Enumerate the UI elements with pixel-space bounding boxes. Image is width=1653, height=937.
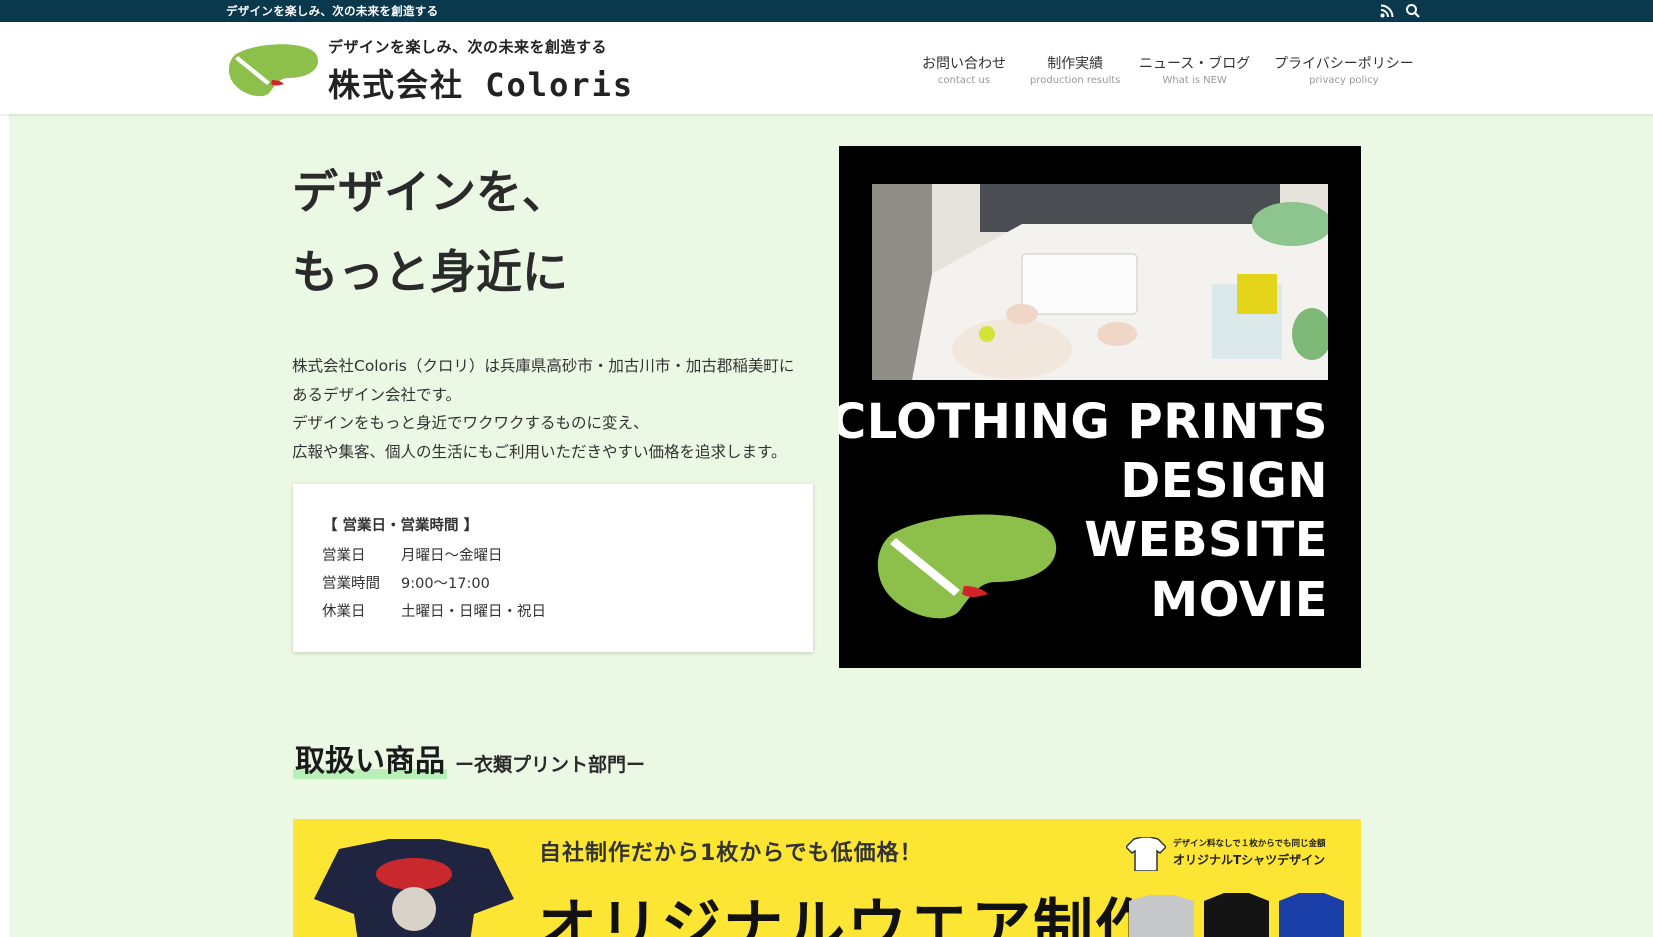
nav-news[interactable]: ニュース・ブログ What is NEW	[1139, 53, 1250, 86]
hours-row: 営業時間 9:00〜17:00	[322, 572, 490, 593]
hours-value: 月曜日〜金曜日	[401, 548, 503, 564]
hours-value: 土曜日・日曜日・祝日	[401, 604, 546, 620]
hero-title: デザインを、 もっと身近に	[292, 152, 568, 312]
business-hours-title: 【 営業日・営業時間 】	[323, 518, 479, 534]
intro-text: 株式会社Coloris（クロリ）は兵庫県高砂市・加古川市・加古郡稲美町に あるデ…	[292, 352, 794, 466]
nav-results[interactable]: 制作実績 production results	[1030, 53, 1120, 86]
hours-label: 休業日	[322, 604, 366, 620]
top-bar: デザインを楽しみ、次の未来を創造する	[0, 0, 1653, 22]
logo-company-name[interactable]: 株式会社 Coloris	[328, 60, 634, 106]
apparel-samples-image	[1129, 891, 1349, 937]
nav-contact-label: お問い合わせ	[922, 56, 1006, 72]
hours-label: 営業時間	[322, 576, 380, 592]
desk-photo	[872, 184, 1328, 380]
search-icon[interactable]	[1405, 3, 1421, 19]
promo-heading: オリジナルウエア制作	[537, 893, 1157, 937]
nav-news-label: ニュース・ブログ	[1139, 56, 1251, 72]
banner-line: CLOTHING PRINTS	[839, 394, 1328, 450]
promo-right-title: オリジナルTシャツデザイン	[1173, 853, 1326, 867]
nav-results-sub: production results	[1030, 75, 1121, 86]
main-content-bg	[9, 114, 1653, 937]
shirt-image	[299, 839, 529, 937]
banner-line: WEBSITE	[1084, 512, 1328, 568]
banner-line: MOVIE	[1150, 572, 1328, 628]
products-section-title: 取扱い商品 ー衣類プリント部門ー	[293, 736, 645, 780]
hours-row: 営業日 月曜日〜金曜日	[322, 544, 503, 565]
logo-subtitle: デザインを楽しみ、次の未来を創造する	[328, 38, 608, 56]
coloris-logo-icon[interactable]	[226, 40, 321, 100]
services-banner: CLOTHING PRINTS DESIGN WEBSITE MOVIE	[839, 146, 1361, 668]
intro-line: あるデザイン会社です。	[292, 385, 461, 404]
nav-results-label: 制作実績	[1047, 56, 1104, 72]
original-wear-promo-banner[interactable]: 自社制作だから1枚からでも低価格！ オリジナルウエア制作 デザイン料なしで１枚か…	[293, 819, 1361, 937]
products-subtitle: ー衣類プリント部門ー	[455, 754, 646, 776]
rss-icon[interactable]	[1379, 3, 1395, 19]
products-title: 取扱い商品	[293, 744, 447, 779]
nav-contact-sub: contact us	[937, 75, 991, 86]
banner-line: DESIGN	[1120, 453, 1328, 509]
nav-news-sub: What is NEW	[1162, 75, 1227, 86]
nav-privacy[interactable]: プライバシーポリシー privacy policy	[1274, 53, 1414, 86]
banner-logo-icon	[871, 506, 1063, 626]
promo-tagline: 自社制作だから1枚からでも低価格！	[539, 841, 923, 866]
hero-title-line1: デザインを、	[292, 165, 568, 219]
business-hours-box: 【 営業日・営業時間 】 営業日 月曜日〜金曜日 営業時間 9:00〜17:00 休…	[293, 484, 813, 652]
promo-right-note: デザイン料なしで１枚からでも同じ金額	[1173, 839, 1326, 849]
intro-line: 広報や集客、個人の生活にもご利用いただきやすい価格を追求します。	[292, 442, 787, 461]
site-header: デザインを楽しみ、次の未来を創造する 株式会社 Coloris お問い合わせ c…	[0, 22, 1653, 114]
hours-label: 営業日	[322, 548, 366, 564]
nav-privacy-sub: privacy policy	[1309, 75, 1379, 86]
hours-value: 9:00〜17:00	[401, 576, 490, 592]
hero-title-line2: もっと身近に	[292, 245, 568, 299]
tshirt-icon	[1124, 836, 1168, 872]
intro-line: デザインをもっと身近でワクワクするものに変え、	[292, 414, 649, 432]
nav-contact[interactable]: お問い合わせ contact us	[922, 53, 1006, 86]
nav-privacy-label: プライバシーポリシー	[1274, 56, 1414, 72]
top-tagline: デザインを楽しみ、次の未来を創造する	[226, 4, 439, 18]
hours-row: 休業日 土曜日・日曜日・祝日	[322, 600, 546, 621]
intro-line: 株式会社Coloris（クロリ）は兵庫県高砂市・加古川市・加古郡稲美町に	[292, 357, 795, 375]
